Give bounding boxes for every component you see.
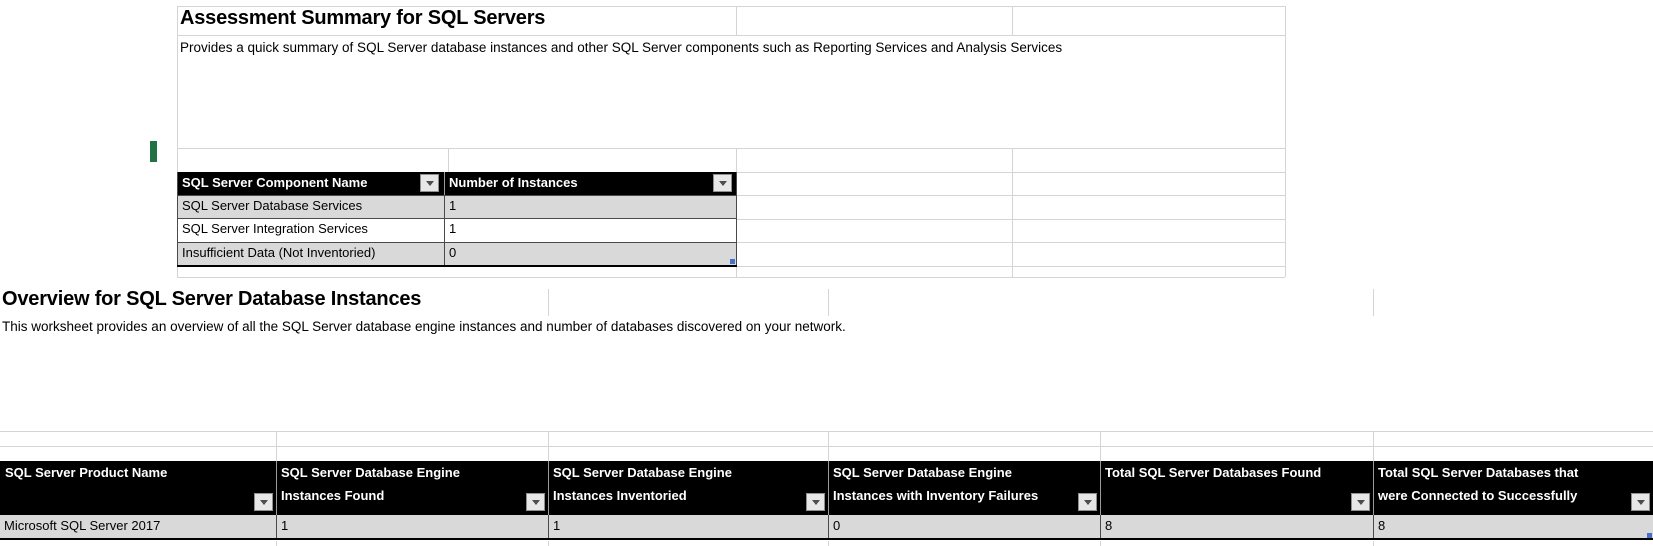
gridline — [1373, 289, 1374, 316]
filter-dropdown-icon — [532, 500, 540, 505]
table-row[interactable] — [0, 515, 1653, 538]
table-resize-handle[interactable] — [1647, 533, 1652, 538]
gridline — [177, 6, 178, 172]
gridline — [737, 172, 1285, 173]
table-border — [177, 218, 737, 219]
filter-dropdown-icon — [719, 181, 727, 186]
gridline — [1100, 431, 1101, 461]
gridline — [737, 242, 1285, 243]
column-header-inventory-failures-line1: SQL Server Database Engine — [833, 465, 1012, 480]
filter-dropdown-icon — [1637, 500, 1645, 505]
table-border — [1373, 515, 1374, 538]
column-header-instances-inventoried-line2: Instances Inventoried — [553, 488, 687, 503]
column-header-inventory-failures-line2: Instances with Inventory Failures — [833, 488, 1038, 503]
column-header-component-name: SQL Server Component Name — [182, 175, 367, 190]
table-border — [444, 195, 445, 265]
column-header-instances-found-line2: Instances Found — [281, 488, 384, 503]
table-border — [0, 538, 1653, 540]
header-cell-separator — [444, 172, 445, 195]
table-border — [1100, 515, 1101, 538]
gridline — [0, 431, 1653, 432]
gridline — [828, 289, 829, 316]
column-header-number-of-instances: Number of Instances — [449, 175, 578, 190]
filter-button[interactable] — [1631, 493, 1650, 511]
table-border — [177, 242, 737, 243]
gridline — [177, 148, 1285, 149]
header-cell-separator — [276, 461, 277, 515]
instances-inventoried-cell: 1 — [553, 518, 560, 533]
column-header-product-name: SQL Server Product Name — [5, 465, 167, 480]
gridline — [448, 148, 449, 172]
filter-button[interactable] — [1351, 493, 1370, 511]
table-border — [177, 265, 737, 267]
section2-title: Overview for SQL Server Database Instanc… — [2, 288, 421, 311]
gridline — [736, 148, 737, 172]
gridline — [0, 446, 1653, 447]
gridline — [1373, 541, 1374, 546]
filter-dropdown-icon — [812, 500, 820, 505]
filter-dropdown-icon — [1357, 500, 1365, 505]
gridline — [276, 431, 277, 461]
excel-worksheet: Assessment Summary for SQL Servers Provi… — [0, 0, 1653, 546]
gridline — [1373, 431, 1374, 461]
column-header-databases-connected-line1: Total SQL Server Databases that — [1378, 465, 1578, 480]
gridline — [1100, 541, 1101, 546]
gridline — [737, 219, 1285, 220]
gridline — [736, 267, 737, 277]
gridline — [1012, 6, 1013, 35]
gridline — [828, 431, 829, 461]
inventory-failures-cell: 0 — [833, 518, 840, 533]
table-border — [177, 195, 737, 196]
header-cell-separator — [828, 461, 829, 515]
gridline — [737, 266, 1285, 267]
filter-button[interactable] — [254, 493, 273, 511]
header-cell-separator — [548, 461, 549, 515]
gridline — [736, 6, 737, 35]
column-header-databases-found: Total SQL Server Databases Found — [1105, 465, 1321, 480]
databases-connected-cell: 8 — [1378, 518, 1385, 533]
gridline — [548, 431, 549, 461]
section1-description: Provides a quick summary of SQL Server d… — [180, 40, 1062, 55]
component-name-cell: SQL Server Integration Services — [182, 221, 368, 236]
table-border — [276, 515, 277, 538]
gridline — [1012, 148, 1013, 266]
filter-button[interactable] — [526, 493, 545, 511]
gridline — [828, 541, 829, 546]
instance-count-cell: 1 — [449, 198, 456, 213]
filter-dropdown-icon — [1084, 500, 1092, 505]
table-border — [548, 515, 549, 538]
column-header-databases-connected-line2: were Connected to Successfully — [1378, 488, 1577, 503]
instance-count-cell: 1 — [449, 221, 456, 236]
section1-title: Assessment Summary for SQL Servers — [180, 7, 545, 30]
gridline — [1012, 267, 1013, 277]
filter-button[interactable] — [420, 174, 439, 192]
gridline — [177, 35, 1285, 36]
column-header-instances-found-line1: SQL Server Database Engine — [281, 465, 460, 480]
active-cell-marker — [150, 141, 157, 162]
gridline — [177, 267, 178, 277]
component-name-cell: Insufficient Data (Not Inventoried) — [182, 245, 375, 260]
filter-dropdown-icon — [260, 500, 268, 505]
component-name-cell: SQL Server Database Services — [182, 198, 362, 213]
gridline — [177, 277, 1285, 278]
gridline — [1285, 6, 1286, 277]
product-name-cell: Microsoft SQL Server 2017 — [4, 518, 160, 533]
table-resize-handle[interactable] — [730, 259, 735, 264]
table-border — [828, 515, 829, 538]
databases-found-cell: 8 — [1105, 518, 1112, 533]
gridline — [737, 195, 1285, 196]
instances-found-cell: 1 — [281, 518, 288, 533]
filter-button[interactable] — [713, 174, 732, 192]
header-cell-separator — [1373, 461, 1374, 515]
header-cell-separator — [1100, 461, 1101, 515]
filter-button[interactable] — [806, 493, 825, 511]
column-header-instances-inventoried-line1: SQL Server Database Engine — [553, 465, 732, 480]
filter-dropdown-icon — [426, 181, 434, 186]
section2-description: This worksheet provides an overview of a… — [2, 319, 846, 334]
gridline — [548, 541, 549, 546]
filter-button[interactable] — [1078, 493, 1097, 511]
gridline — [276, 541, 277, 546]
gridline — [548, 289, 549, 316]
instance-count-cell: 0 — [449, 245, 456, 260]
